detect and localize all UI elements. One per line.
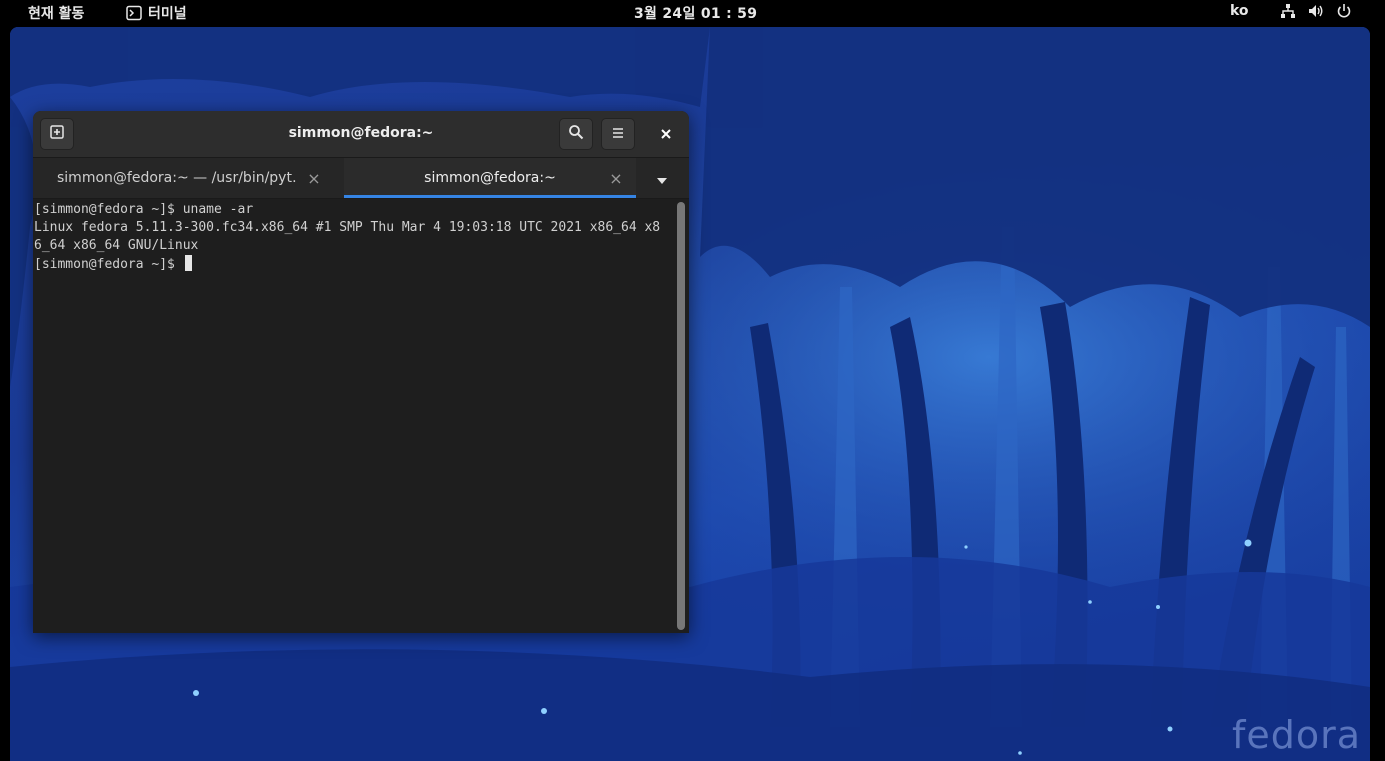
main-menu-button[interactable] [601, 118, 635, 150]
prompt-line: [simmon@fedora ~]$ [34, 255, 192, 274]
screen: 현재 활동 터미널 3월 24일 01 : 59 ko fedora simmo… [0, 0, 1385, 761]
active-tab-indicator [344, 195, 636, 198]
header-bar[interactable]: simmon@fedora:~ [33, 111, 689, 158]
search-icon [568, 124, 584, 144]
close-icon: × [307, 168, 321, 188]
hamburger-icon [611, 125, 625, 144]
terminal-window[interactable]: simmon@fedora:~ simmon@fedora:~ — /usr/b… [33, 111, 689, 633]
output-line: 6_64 x86_64 GNU/Linux [34, 238, 199, 253]
output-line: Linux fedora 5.11.3-300.fc34.x86_64 #1 S… [34, 220, 661, 235]
power-icon [1336, 3, 1352, 19]
clock[interactable]: 3월 24일 01 : 59 [634, 3, 757, 23]
network-icon [1280, 3, 1296, 19]
chevron-down-icon [656, 171, 668, 190]
terminal-output[interactable]: [simmon@fedora ~]$ uname -ar Linux fedor… [33, 199, 673, 633]
activities-button[interactable]: 현재 활동 [28, 3, 84, 23]
tab-label: simmon@fedora:~ — /usr/bin/pyt… [57, 170, 297, 186]
new-tab-icon [49, 124, 65, 144]
language-indicator[interactable]: ko [1230, 3, 1249, 19]
close-window-button[interactable] [653, 121, 679, 147]
fedora-watermark: fedora [1232, 713, 1362, 757]
prompt-text: [simmon@fedora ~]$ [34, 257, 183, 272]
tab-bar: simmon@fedora:~ — /usr/bin/pyt… × simmon… [33, 158, 689, 199]
output-line: [simmon@fedora ~]$ uname -ar [34, 202, 254, 217]
terminal-icon [126, 5, 142, 21]
close-icon [660, 125, 672, 144]
tab-list-button[interactable] [656, 171, 668, 190]
volume-icon [1308, 3, 1324, 19]
new-tab-button[interactable] [40, 118, 74, 150]
tab-close-button[interactable]: × [305, 168, 323, 188]
window-title: simmon@fedora:~ [288, 125, 434, 141]
top-bar: 현재 활동 터미널 3월 24일 01 : 59 ko [0, 0, 1385, 26]
app-menu-label: 터미널 [148, 6, 187, 22]
tab-python[interactable]: simmon@fedora:~ — /usr/bin/pyt… × [33, 158, 343, 198]
system-tray[interactable] [1280, 3, 1352, 19]
text-cursor [184, 255, 192, 271]
tab-close-button[interactable]: × [607, 168, 625, 188]
tab-shell[interactable]: simmon@fedora:~ × [344, 158, 636, 198]
app-menu-button[interactable]: 터미널 [126, 3, 187, 23]
search-button[interactable] [559, 118, 593, 150]
scrollbar[interactable] [677, 202, 685, 630]
tab-label: simmon@fedora:~ [424, 170, 556, 186]
close-icon: × [609, 168, 623, 188]
